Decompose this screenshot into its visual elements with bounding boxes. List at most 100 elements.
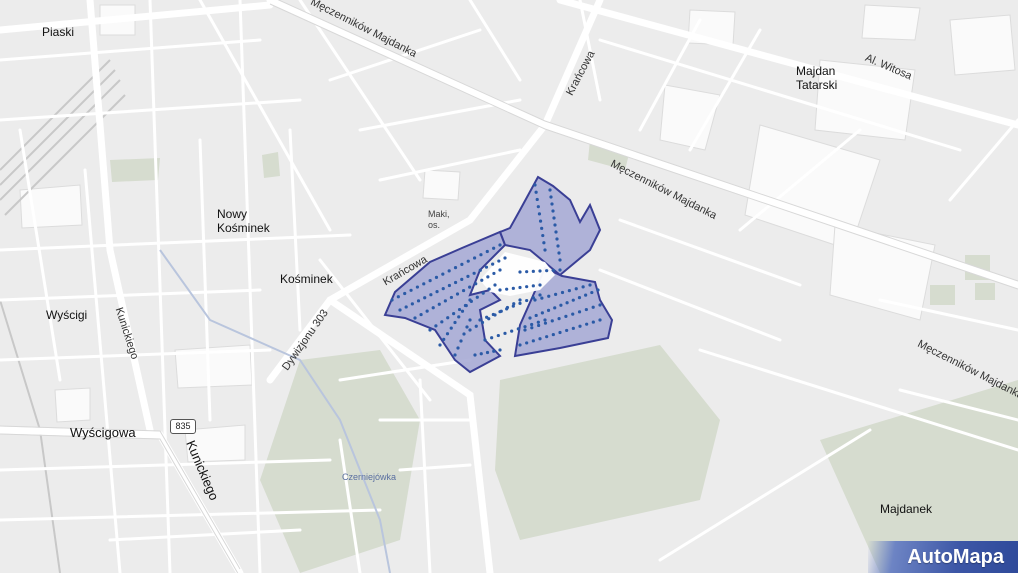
- address-point: [534, 190, 538, 194]
- address-point: [428, 328, 432, 332]
- address-point: [497, 259, 501, 263]
- address-point: [549, 195, 553, 199]
- address-point: [416, 299, 421, 303]
- address-point: [474, 282, 478, 286]
- address-point: [543, 318, 547, 322]
- address-point: [460, 309, 465, 313]
- address-point: [481, 291, 485, 295]
- address-point: [410, 302, 414, 306]
- address-point: [503, 331, 507, 335]
- address-point: [543, 248, 547, 252]
- address-point: [540, 296, 544, 300]
- address-point: [588, 283, 592, 287]
- address-point: [498, 268, 502, 272]
- address-point: [540, 311, 544, 315]
- address-point: [536, 320, 540, 324]
- address-point: [498, 348, 502, 352]
- address-point: [559, 303, 563, 307]
- address-point: [533, 183, 537, 187]
- water-label-czerniejowka: Czerniejówka: [342, 472, 397, 482]
- address-point: [547, 294, 551, 298]
- address-point: [468, 328, 472, 332]
- address-point: [518, 270, 522, 274]
- address-point: [478, 268, 482, 272]
- address-point: [591, 305, 595, 309]
- address-point: [553, 306, 557, 310]
- address-point: [551, 332, 555, 337]
- address-point: [449, 326, 453, 330]
- highlighted-estate: [383, 175, 614, 374]
- address-point: [485, 249, 489, 254]
- address-point: [398, 308, 402, 312]
- address-point: [404, 305, 408, 309]
- address-point: [545, 335, 549, 339]
- address-point: [571, 312, 575, 316]
- address-point: [590, 290, 594, 295]
- address-point: [531, 284, 535, 288]
- address-point: [545, 269, 549, 273]
- address-point: [429, 293, 433, 297]
- address-point: [447, 283, 452, 288]
- address-point: [472, 271, 476, 275]
- address-point: [479, 253, 483, 257]
- address-point: [505, 287, 509, 291]
- address-point: [577, 296, 582, 300]
- address-point: [461, 288, 466, 293]
- address-point: [460, 277, 464, 282]
- address-point: [523, 325, 527, 329]
- address-point: [484, 265, 489, 269]
- place-label-majdanek: Majdanek: [880, 502, 933, 516]
- address-point: [551, 268, 555, 272]
- address-point: [548, 188, 552, 192]
- address-point: [434, 324, 438, 328]
- address-point: [585, 322, 589, 326]
- address-point: [541, 233, 545, 238]
- address-point: [449, 295, 454, 300]
- address-point: [584, 307, 588, 312]
- automapa-logo[interactable]: AutoMapa: [868, 541, 1018, 573]
- address-point: [453, 266, 458, 270]
- address-point: [452, 312, 456, 316]
- address-point: [453, 320, 457, 325]
- address-point: [530, 322, 534, 327]
- address-point: [485, 350, 490, 355]
- place-label-majdan-tatarski: Majdan Tatarski: [796, 64, 837, 92]
- address-point: [525, 298, 529, 303]
- address-point: [525, 341, 529, 345]
- address-point: [578, 324, 582, 328]
- address-point: [480, 278, 484, 282]
- place-label-line: Tatarski: [796, 78, 838, 92]
- address-point: [554, 230, 558, 234]
- address-point: [564, 314, 568, 318]
- address-point: [438, 343, 442, 347]
- address-point: [543, 321, 548, 325]
- address-point: [478, 318, 482, 322]
- address-point: [457, 307, 462, 312]
- address-point: [464, 304, 468, 308]
- address-point: [542, 241, 546, 245]
- address-point: [443, 299, 447, 303]
- address-point: [422, 282, 426, 286]
- address-point: [453, 280, 458, 285]
- address-point: [598, 318, 602, 322]
- address-point: [435, 290, 439, 294]
- address-point: [468, 318, 472, 322]
- address-point: [431, 306, 435, 310]
- place-label-nowy-kosminek: Nowy Kośminek: [217, 207, 270, 235]
- address-point: [567, 289, 571, 293]
- address-point: [546, 308, 551, 312]
- address-point: [486, 275, 490, 279]
- address-point: [511, 304, 515, 308]
- address-point: [565, 328, 569, 333]
- address-point: [584, 293, 588, 297]
- address-point: [511, 286, 515, 290]
- address-point: [525, 270, 529, 274]
- address-point: [455, 292, 460, 296]
- address-point: [491, 312, 495, 317]
- address-point: [498, 243, 502, 247]
- map-canvas[interactable]: Piaski Nowy Kośminek Kośminek Wyścigi Ma…: [0, 0, 1018, 573]
- address-point: [531, 339, 535, 343]
- address-point: [442, 337, 446, 341]
- place-label-line: Nowy: [217, 207, 248, 221]
- address-point: [571, 298, 575, 302]
